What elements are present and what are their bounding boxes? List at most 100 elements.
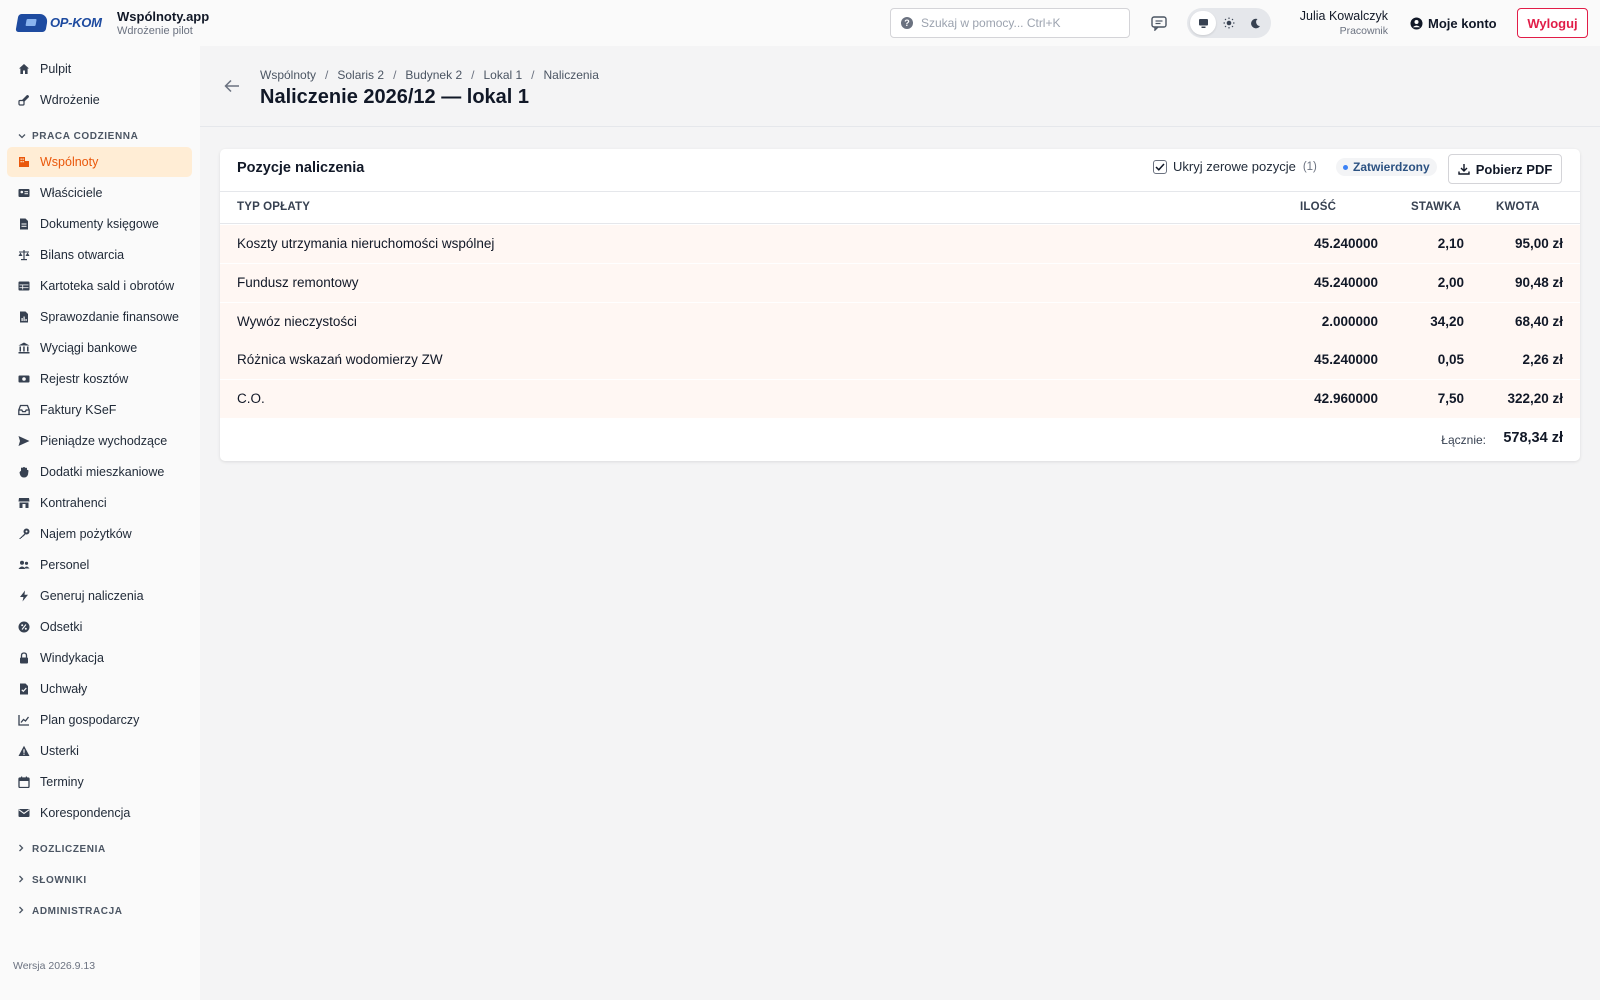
section-praca-codzienna[interactable]: PRACA CODZIENNA <box>18 128 138 144</box>
sidebar-item-sprawozdanie[interactable]: Sprawozdanie finansowe <box>7 302 192 332</box>
home-icon <box>18 63 30 75</box>
user-info: Julia Kowalczyk Pracownik <box>1300 9 1388 38</box>
sidebar-item-kontrahenci[interactable]: Kontrahenci <box>7 488 192 518</box>
breadcrumb-item-budynek[interactable]: Budynek 2 <box>405 68 462 82</box>
cell-amount: 90,48 zł <box>1514 275 1563 290</box>
section-administracja[interactable]: ADMINISTRACJA <box>18 903 123 919</box>
sidebar-item-label: Plan gospodarczy <box>40 713 140 727</box>
my-account-button[interactable]: Moje konto <box>1410 12 1497 34</box>
total-value: 578,34 zł <box>1503 430 1563 446</box>
help-search-input[interactable] <box>921 16 1121 30</box>
report-icon <box>18 311 30 323</box>
money-icon <box>18 373 30 385</box>
theme-light-option[interactable] <box>1216 11 1242 35</box>
card-title: Pozycje naliczenia <box>237 160 365 176</box>
sidebar-item-label: Personel <box>40 558 90 572</box>
download-pdf-button[interactable]: Pobierz PDF <box>1448 154 1562 184</box>
cell-rate: 2,00 <box>1437 275 1464 290</box>
table-row: Wywóz nieczystości 2.000000 34,20 68,40 … <box>220 303 1580 341</box>
sidebar-item-label: Pulpit <box>40 62 72 76</box>
sidebar-item-label: Wspólnoty <box>40 155 99 169</box>
sidebar-item-usterki[interactable]: Usterki <box>7 736 192 766</box>
bank-icon <box>18 342 30 354</box>
section-rozliczenia[interactable]: ROZLICZENIA <box>18 841 106 857</box>
sidebar-item-label: Uchwały <box>40 682 88 696</box>
breadcrumb-item-wspolnoty[interactable]: Wspólnoty <box>260 68 316 82</box>
sidebar-item-faktury-ksef[interactable]: Faktury KSeF <box>7 395 192 425</box>
sidebar-item-label: Usterki <box>40 744 79 758</box>
sidebar-item-odsetki[interactable]: Odsetki <box>7 612 192 642</box>
sidebar-item-label: Korespondencja <box>40 806 131 820</box>
sidebar-item-najem[interactable]: Najem pożytków <box>7 519 192 549</box>
key-icon <box>18 528 30 540</box>
app-subtitle: Wdrożenie pilot <box>117 24 193 37</box>
breadcrumb-separator: / <box>471 68 475 82</box>
sidebar-item-pieniadze-wychodzace[interactable]: Pieniądze wychodzące <box>7 426 192 456</box>
cell-qty: 2.000000 <box>1321 314 1378 329</box>
sidebar-item-pulpit[interactable]: Pulpit <box>7 54 192 84</box>
sun-icon <box>1223 17 1235 29</box>
sidebar-item-label: Terminy <box>40 775 84 789</box>
theme-dark-option[interactable] <box>1242 11 1268 35</box>
table-header: TYP OPŁATY ILOŚĆ STAWKA KWOTA <box>220 191 1580 224</box>
cell-type: Fundusz remontowy <box>237 275 359 290</box>
sidebar-item-generuj[interactable]: Generuj naliczenia <box>7 581 192 611</box>
mail-icon <box>18 807 30 819</box>
theme-toggle[interactable] <box>1187 8 1271 38</box>
company-logo: OP-KOM <box>15 12 105 34</box>
chevron-down-icon <box>18 131 26 141</box>
theme-system-option[interactable] <box>1190 11 1216 35</box>
chart-icon <box>18 714 30 726</box>
sidebar-item-dokumenty[interactable]: Dokumenty księgowe <box>7 209 192 239</box>
inbox-icon <box>18 404 30 416</box>
column-header-amount: KWOTA <box>1496 201 1540 213</box>
warning-icon <box>18 745 30 757</box>
cell-qty: 42.960000 <box>1314 391 1378 406</box>
sidebar-item-kartoteka[interactable]: Kartoteka sald i obrotów <box>7 271 192 301</box>
sidebar-item-wlasciciele[interactable]: Właściciele <box>7 178 192 208</box>
brand[interactable]: OP-KOM Wspólnoty.app Wdrożenie pilot <box>0 9 209 38</box>
sidebar-item-dodatki[interactable]: Dodatki mieszkaniowe <box>7 457 192 487</box>
cell-amount: 68,40 zł <box>1514 314 1563 329</box>
breadcrumb-separator: / <box>393 68 397 82</box>
sidebar-item-personel[interactable]: Personel <box>7 550 192 580</box>
sidebar-item-wspolnoty[interactable]: Wspólnoty <box>7 147 192 177</box>
sidebar-item-uchwaly[interactable]: Uchwały <box>7 674 192 704</box>
cell-rate: 34,20 <box>1430 314 1464 329</box>
logo-mark <box>15 14 49 32</box>
back-button[interactable] <box>223 78 241 94</box>
section-slowniki[interactable]: SŁOWNIKI <box>18 872 87 888</box>
sidebar-item-wdrozenie[interactable]: Wdrożenie <box>7 85 192 115</box>
breadcrumb-item-solaris[interactable]: Solaris 2 <box>337 68 384 82</box>
sidebar-item-wyciagi[interactable]: Wyciągi bankowe <box>7 333 192 363</box>
id-card-icon <box>18 187 30 199</box>
breadcrumb-item-lokal[interactable]: Lokal 1 <box>483 68 522 82</box>
help-circle-icon: ? <box>901 17 913 29</box>
chat-button[interactable] <box>1148 12 1170 34</box>
sidebar-item-label: Pieniądze wychodzące <box>40 434 168 448</box>
logout-button[interactable]: Wyloguj <box>1517 8 1588 38</box>
hide-zero-checkbox[interactable] <box>1153 159 1167 174</box>
sidebar-item-label: Odsetki <box>40 620 83 634</box>
sidebar-item-windykacja[interactable]: Windykacja <box>7 643 192 673</box>
top-bar: OP-KOM Wspólnoty.app Wdrożenie pilot ? J… <box>0 0 1600 46</box>
charge-items-card: Pozycje naliczenia Ukryj zerowe pozycje … <box>220 149 1580 461</box>
hide-zero-toggle[interactable]: Ukryj zerowe pozycje (1) <box>1153 159 1317 174</box>
sidebar-item-plan[interactable]: Plan gospodarczy <box>7 705 192 735</box>
sidebar-item-bilans[interactable]: Bilans otwarcia <box>7 240 192 270</box>
building-icon <box>18 156 30 168</box>
sidebar-item-rejestr-kosztow[interactable]: Rejestr kosztów <box>7 364 192 394</box>
page-title: Naliczenie 2026/12 — lokal 1 <box>260 86 530 108</box>
cell-qty: 45.240000 <box>1314 236 1378 251</box>
checkmark-icon <box>1155 162 1165 171</box>
sidebar-item-korespondencja[interactable]: Korespondencja <box>7 798 192 828</box>
sidebar-item-label: Wdrożenie <box>40 93 100 107</box>
sidebar-item-label: Najem pożytków <box>40 527 132 541</box>
column-header-rate: STAWKA <box>1411 201 1462 213</box>
sidebar-item-label: Generuj naliczenia <box>40 589 144 603</box>
app-title: Wspólnoty.app <box>117 8 210 24</box>
cell-type: Koszty utrzymania nieruchomości wspólnej <box>237 236 495 251</box>
help-search[interactable]: ? <box>890 8 1130 38</box>
table-row: Różnica wskazań wodomierzy ZW 45.240000 … <box>220 341 1580 379</box>
sidebar-item-terminy[interactable]: Terminy <box>7 767 192 797</box>
